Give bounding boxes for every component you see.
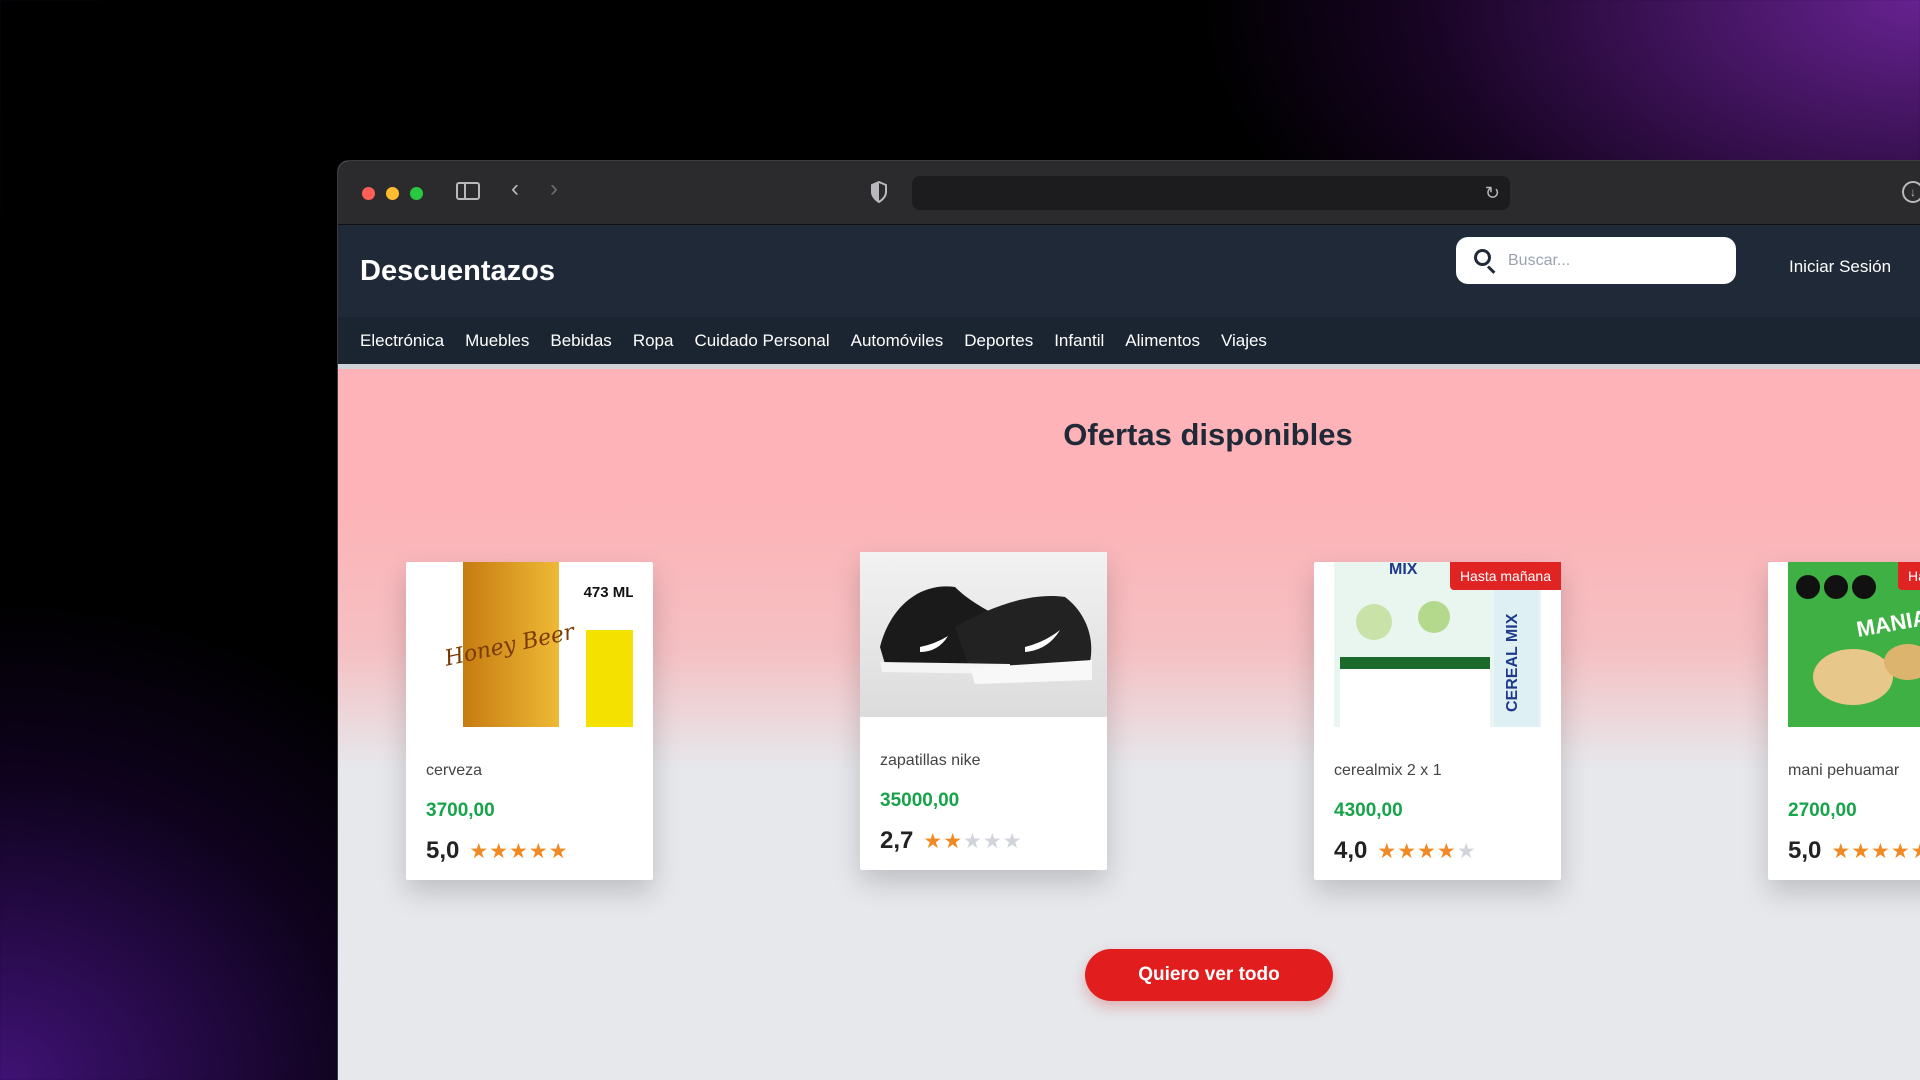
star-icon: ★ — [1002, 829, 1022, 853]
star-icon: ★ — [548, 839, 568, 863]
product-name: cerveza — [426, 762, 483, 779]
star-rating: ★★★★★ — [1377, 839, 1476, 864]
star-icon: ★ — [943, 829, 963, 853]
nav-item-alimentos[interactable]: Alimentos — [1125, 331, 1200, 351]
star-icon: ★ — [489, 839, 509, 863]
star-rating: ★★★★★ — [923, 829, 1022, 854]
product-rating: 5,0 ★★★★★ — [1788, 837, 1920, 865]
star-icon: ★ — [1436, 839, 1456, 863]
star-rating: ★★★★★ — [469, 839, 568, 864]
nav-item-ropa[interactable]: Ropa — [633, 331, 674, 351]
search-icon[interactable] — [1474, 248, 1498, 274]
product-card-cerveza[interactable]: Honey Beer 473 ML cerveza 3700,00 5,0 ★★… — [406, 562, 653, 880]
maximize-window-button[interactable] — [410, 187, 423, 200]
see-all-button[interactable]: Quiero ver todo — [1085, 949, 1333, 1001]
product-name: zapatillas nike — [880, 752, 981, 769]
star-icon: ★ — [528, 839, 548, 863]
nav-item-muebles[interactable]: Muebles — [465, 331, 529, 351]
star-icon: ★ — [963, 829, 982, 853]
cereal-mix-text: CEREAL MIX — [1504, 613, 1521, 712]
site-header: Descuentazos Iniciar Sesión — [338, 225, 1920, 317]
product-card-cerealmix[interactable]: MIX CEREAL MIX Hasta mañana cerealmix 2 … — [1314, 562, 1561, 880]
product-rating: 2,7 ★★★★★ — [880, 827, 1023, 855]
search-box[interactable] — [1456, 237, 1736, 284]
site-logo[interactable]: Descuentazos — [360, 255, 555, 288]
cereal-mix-small-text: MIX — [1389, 562, 1418, 578]
expiry-badge: Hasta mañana — [1449, 562, 1561, 590]
close-window-button[interactable] — [362, 187, 375, 200]
search-input[interactable] — [1508, 251, 1708, 270]
star-icon: ★ — [1851, 839, 1871, 863]
expiry-badge: Ha — [1898, 562, 1920, 590]
shield-icon[interactable] — [870, 181, 888, 203]
browser-window: ‹ › ↻ ↓ Descuentazos Iniciar Sesión Elec… — [337, 160, 1920, 1080]
star-icon: ★ — [923, 829, 943, 853]
nav-item-electronica[interactable]: Electrónica — [360, 331, 444, 351]
star-icon: ★ — [1871, 839, 1890, 863]
product-price: 4300,00 — [1334, 800, 1403, 821]
star-icon: ★ — [1911, 840, 1920, 863]
nav-item-cuidado-personal[interactable]: Cuidado Personal — [694, 331, 829, 351]
nav-item-automoviles[interactable]: Automóviles — [851, 331, 944, 351]
rating-value: 4,0 — [1334, 837, 1368, 864]
star-icon: ★ — [1397, 839, 1417, 863]
product-name: mani pehuamar — [1788, 762, 1900, 779]
address-bar[interactable]: ↻ — [912, 176, 1510, 210]
nav-item-viajes[interactable]: Viajes — [1221, 331, 1267, 351]
product-name: cerealmix 2 x 1 — [1334, 762, 1442, 779]
browser-toolbar: ‹ › ↻ ↓ — [338, 161, 1920, 225]
nav-item-infantil[interactable]: Infantil — [1054, 331, 1104, 351]
star-icon: ★ — [1831, 839, 1851, 863]
rating-value: 5,0 — [1788, 837, 1822, 864]
rating-value: 5,0 — [426, 837, 460, 864]
minimize-window-button[interactable] — [386, 187, 399, 200]
product-rating: 4,0 ★★★★★ — [1334, 837, 1477, 865]
download-icon[interactable]: ↓ — [1902, 181, 1920, 203]
star-icon: ★ — [1456, 839, 1476, 863]
star-icon: ★ — [1417, 839, 1436, 863]
star-icon: ★ — [1377, 839, 1397, 863]
star-rating: ★★★★★ — [1831, 839, 1920, 864]
sidebar-toggle-icon[interactable] — [456, 182, 480, 200]
star-icon: ★ — [469, 839, 489, 863]
product-card-mani-pehuamar[interactable]: MANIAX Ha mani pehuamar 2700,00 5,0 ★★★★… — [1768, 562, 1920, 880]
category-nav: Electrónica Muebles Bebidas Ropa Cuidado… — [338, 317, 1920, 369]
beer-volume-text: 473 ML — [584, 584, 633, 601]
product-price: 35000,00 — [880, 790, 960, 811]
offers-title: Ofertas disponibles — [1063, 417, 1353, 452]
login-link[interactable]: Iniciar Sesión — [1789, 257, 1891, 277]
product-image-beer: Honey Beer 473 ML — [426, 562, 633, 727]
reload-icon[interactable]: ↻ — [1485, 183, 1500, 204]
product-price: 2700,00 — [1788, 800, 1857, 821]
product-price: 3700,00 — [426, 800, 495, 821]
rating-value: 2,7 — [880, 827, 914, 854]
star-icon: ★ — [509, 839, 528, 863]
forward-icon[interactable]: › — [550, 177, 558, 201]
product-image-sneakers — [860, 552, 1107, 717]
back-icon[interactable]: ‹ — [511, 177, 519, 201]
nav-item-bebidas[interactable]: Bebidas — [550, 331, 611, 351]
star-icon: ★ — [982, 829, 1002, 853]
offers-section: Ofertas disponibles Honey Beer 473 ML ce… — [338, 369, 1920, 1080]
nav-item-deportes[interactable]: Deportes — [964, 331, 1033, 351]
product-rating: 5,0 ★★★★★ — [426, 837, 569, 865]
product-card-zapatillas-nike[interactable]: zapatillas nike 35000,00 2,7 ★★★★★ — [860, 552, 1107, 870]
star-icon: ★ — [1890, 839, 1910, 863]
